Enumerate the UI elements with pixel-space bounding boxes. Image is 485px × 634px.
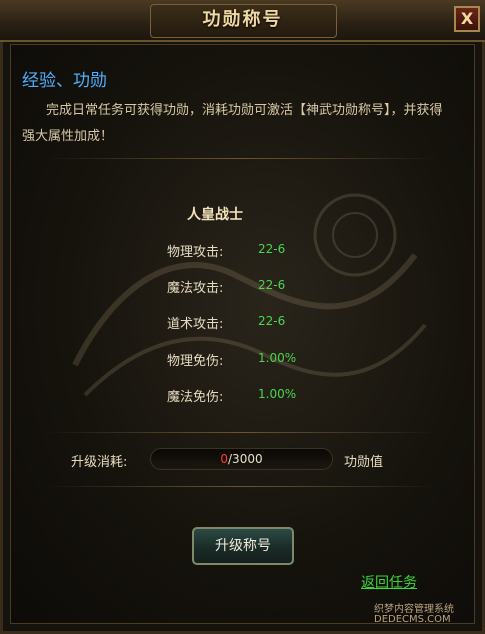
- stat-label: 物理免伤:: [167, 354, 224, 369]
- description-text: 完成日常任务可获得功勋，消耗功勋可激活【神武功勋称号】，并获得强大属性加成！: [22, 103, 443, 144]
- stat-value: 22-6: [258, 278, 286, 292]
- stat-label: 魔法攻击:: [167, 281, 224, 296]
- cost-label: 升级消耗:: [71, 455, 128, 470]
- stat-label: 魔法免伤:: [167, 390, 224, 405]
- close-button[interactable]: X: [454, 6, 480, 32]
- watermark-text: 织梦内容管理系统: [374, 604, 454, 615]
- stat-value: 1.00%: [258, 351, 297, 365]
- rank-name: 人皇战士: [187, 207, 243, 223]
- upgrade-title-button[interactable]: 升级称号: [192, 527, 294, 565]
- cost-total: /3000: [228, 452, 263, 466]
- watermark-url: DEDECMS.COM: [374, 614, 451, 625]
- cost-value: 0/3000: [150, 448, 333, 470]
- divider-middle: [45, 432, 440, 433]
- stat-value: 1.00%: [258, 387, 297, 401]
- return-to-quest-link[interactable]: 返回任务: [361, 572, 417, 592]
- section-title: 经验、功勋: [22, 71, 107, 91]
- stat-label: 物理攻击:: [167, 245, 224, 260]
- cost-current: 0: [220, 452, 229, 466]
- divider-bottom: [45, 486, 440, 487]
- divider-top: [45, 158, 440, 159]
- window-title: 功勋称号: [202, 9, 283, 30]
- cost-unit: 功勋值: [344, 455, 384, 470]
- stat-value: 22-6: [258, 314, 286, 328]
- stat-label: 道术攻击:: [167, 317, 224, 332]
- stat-value: 22-6: [258, 242, 286, 256]
